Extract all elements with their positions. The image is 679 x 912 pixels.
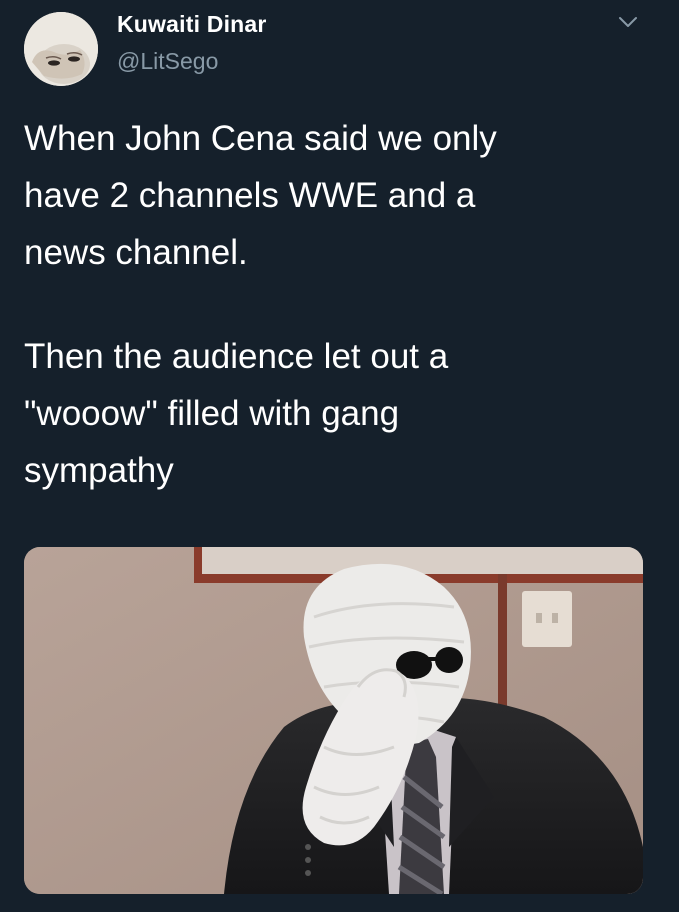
avatar[interactable] [24, 12, 98, 86]
tweet-text: When John Cena said we only have 2 chann… [24, 110, 654, 499]
avatar-image [24, 12, 98, 86]
tweet-paragraph: When John Cena said we only have 2 chann… [24, 119, 497, 272]
tweet-paragraph: Then the audience let out a "wooow" fill… [24, 337, 449, 490]
user-handle[interactable]: @LitSego [117, 48, 218, 75]
tweet: Kuwaiti Dinar @LitSego When John Cena sa… [0, 0, 679, 912]
display-name[interactable]: Kuwaiti Dinar [117, 11, 267, 38]
tweet-media-image[interactable] [24, 547, 643, 894]
chevron-down-icon[interactable] [616, 14, 640, 30]
bandaged-man-photo [24, 547, 643, 894]
